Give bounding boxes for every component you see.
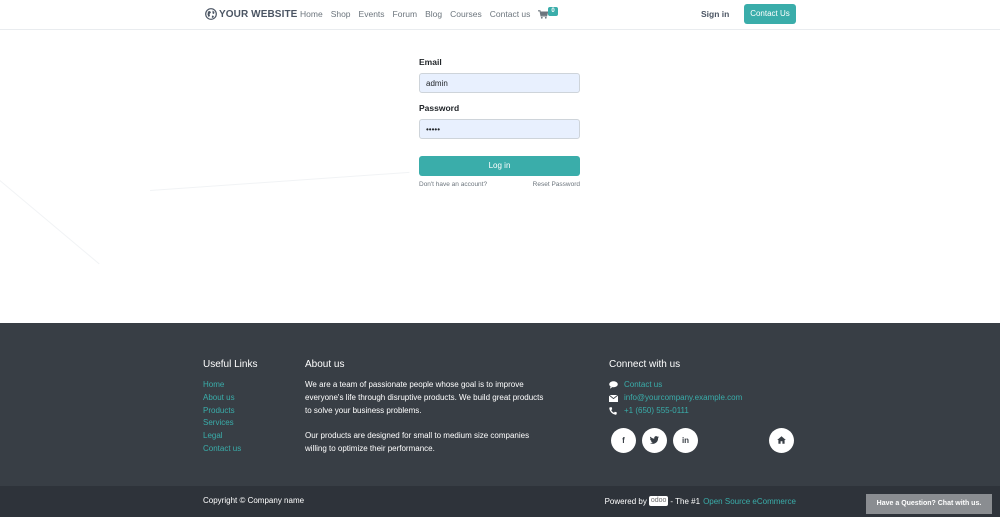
twitter-icon xyxy=(650,435,659,446)
footer-link-about-us[interactable]: About us xyxy=(203,392,241,405)
facebook-button[interactable]: f xyxy=(611,428,636,453)
linkedin-icon: in xyxy=(681,436,690,445)
connect-phone-link[interactable]: +1 (650) 555-0111 xyxy=(624,405,689,418)
useful-links-heading: Useful Links xyxy=(203,359,258,370)
powered-mid: - The #1 xyxy=(670,496,701,506)
reset-password-link[interactable]: Reset Password xyxy=(533,181,580,188)
cart-button[interactable]: 0 xyxy=(538,7,558,21)
login-button[interactable]: Log in xyxy=(419,156,580,176)
copyright-text: Copyright © Company name xyxy=(203,496,305,505)
cart-count-badge: 0 xyxy=(548,7,558,16)
signup-link[interactable]: Don't have an account? xyxy=(419,181,487,188)
useful-links-list: Home About us Products Services Legal Co… xyxy=(203,379,241,456)
linkedin-button[interactable]: in xyxy=(673,428,698,453)
copyright-bar: Copyright © Company name Powered by odoo… xyxy=(0,486,1000,517)
globe-icon xyxy=(205,8,217,20)
connect-phone-row: +1 (650) 555-0111 xyxy=(609,405,742,418)
powered-by: Powered by odoo - The #1 Open Source eCo… xyxy=(605,496,796,506)
footer: Useful Links Home About us Products Serv… xyxy=(0,323,1000,486)
connect-email-row: info@yourcompany.example.com xyxy=(609,392,742,405)
password-label: Password xyxy=(419,103,460,113)
site-logo[interactable]: YOUR WEBSITE xyxy=(205,6,297,22)
logo-text: YOUR WEBSITE xyxy=(219,8,298,20)
comment-icon xyxy=(609,381,624,390)
email-field[interactable] xyxy=(419,73,580,93)
main-menu: Home Shop Events Forum Blog Courses Cont… xyxy=(300,9,538,19)
top-navbar: YOUR WEBSITE Home Shop Events Forum Blog… xyxy=(0,0,1000,30)
nav-courses[interactable]: Courses xyxy=(450,9,482,19)
email-label: Email xyxy=(419,57,442,67)
nav-contact-us[interactable]: Contact us xyxy=(490,9,531,19)
connect-email-link[interactable]: info@yourcompany.example.com xyxy=(624,392,742,405)
login-page: Email Password Log in Don't have an acco… xyxy=(0,30,1000,323)
about-paragraph: We are a team of passionate people whose… xyxy=(305,380,544,415)
powered-prefix: Powered by xyxy=(604,496,647,506)
odoo-logo[interactable]: odoo xyxy=(648,496,669,506)
footer-link-products[interactable]: Products xyxy=(203,405,241,418)
sign-in-link[interactable]: Sign in xyxy=(701,9,729,19)
background-decoration xyxy=(150,171,410,191)
phone-icon xyxy=(609,407,624,415)
home-social-button[interactable] xyxy=(769,428,794,453)
nav-shop[interactable]: Shop xyxy=(331,9,351,19)
footer-link-services[interactable]: Services xyxy=(203,417,241,430)
live-chat-button[interactable]: Have a Question? Chat with us. xyxy=(866,494,992,514)
connect-list: Contact us info@yourcompany.example.com … xyxy=(609,379,742,417)
background-decoration xyxy=(0,180,100,265)
nav-blog[interactable]: Blog xyxy=(425,9,442,19)
footer-link-home[interactable]: Home xyxy=(203,379,241,392)
connect-heading: Connect with us xyxy=(609,359,681,370)
about-paragraph: Our products are designed for small to m… xyxy=(305,431,530,453)
connect-contact-link[interactable]: Contact us xyxy=(624,379,662,392)
footer-link-contact-us[interactable]: Contact us xyxy=(203,443,241,456)
footer-link-legal[interactable]: Legal xyxy=(203,430,241,443)
home-icon xyxy=(777,435,786,446)
contact-us-button[interactable]: Contact Us xyxy=(744,4,796,24)
about-text: We are a team of passionate people whose… xyxy=(305,379,550,469)
about-heading: About us xyxy=(305,359,345,370)
nav-forum[interactable]: Forum xyxy=(393,9,418,19)
twitter-button[interactable] xyxy=(642,428,667,453)
envelope-icon xyxy=(609,394,624,402)
nav-events[interactable]: Events xyxy=(359,9,385,19)
connect-contact-row: Contact us xyxy=(609,379,742,392)
facebook-icon: f xyxy=(622,436,625,445)
nav-home[interactable]: Home xyxy=(300,9,323,19)
open-source-ecommerce-link[interactable]: Open Source eCommerce xyxy=(703,497,796,506)
password-field[interactable] xyxy=(419,119,580,139)
